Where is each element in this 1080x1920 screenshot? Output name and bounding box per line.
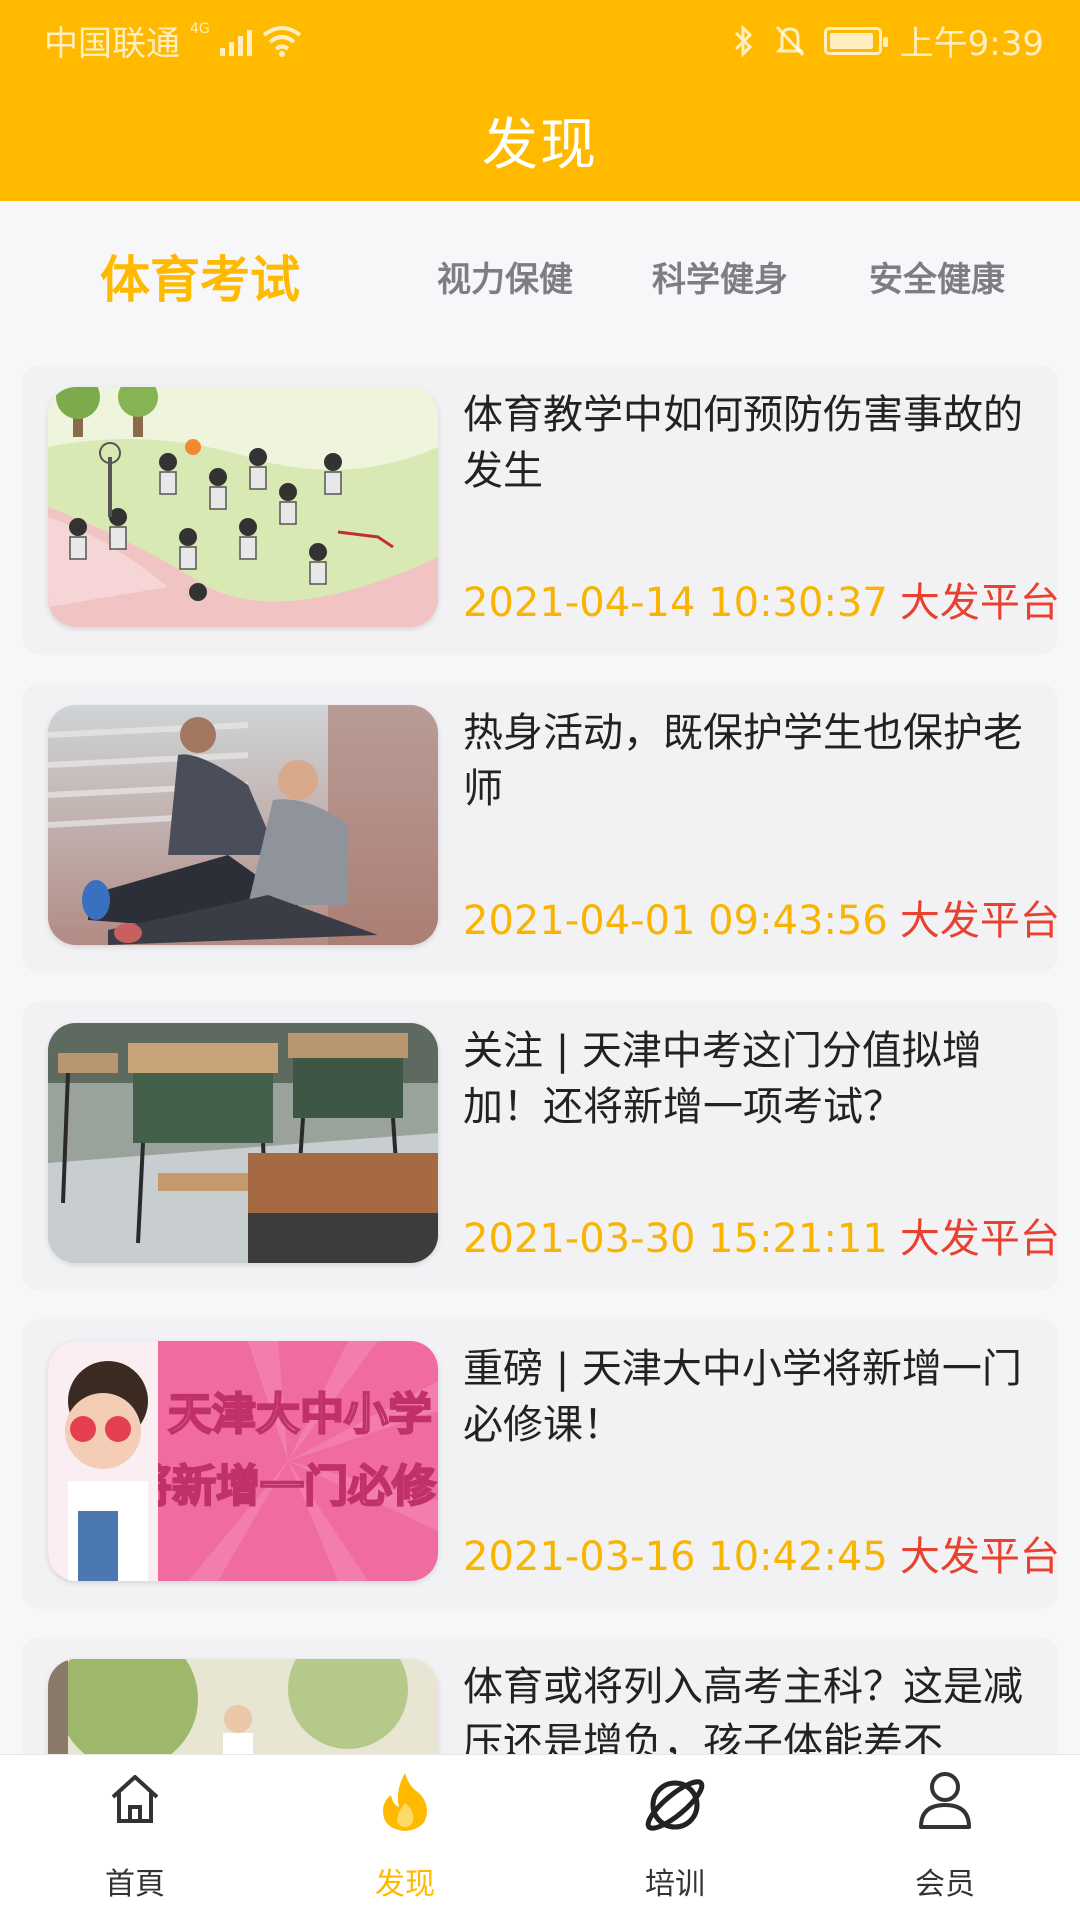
nav-training-label: 培训	[645, 1867, 705, 1902]
article-title: 重磅 | 天津大中小学将新增一门必修课！	[463, 1346, 1022, 1448]
tab-vision-care[interactable]: 视力保健	[420, 201, 590, 351]
article-title: 热身活动，既保护学生也保护老师	[463, 710, 1023, 812]
pink-banner-photo-thumbnail: 天津大中小学 将新增一门必修	[48, 1341, 438, 1581]
article-card[interactable]: 关注 | 天津中考这门分值拟增加！还将新增一项考试？ 2021-03-30 15…	[22, 1001, 1060, 1291]
article-source: 大发平台	[899, 580, 1060, 626]
status-bar: 中国联通 4G 上午9:39	[0, 0, 1080, 74]
article-title: 体育教学中如何预防伤害事故的发生	[463, 392, 1023, 494]
article-card[interactable]: 体育或将列入高考主科？这是减压还是增负，孩子体能差不	[22, 1637, 1058, 1754]
stretching-photo-thumbnail	[48, 705, 438, 945]
nav-home[interactable]: 首頁	[45, 1755, 225, 1920]
planet-icon	[645, 1779, 705, 1831]
discover-screen: 中国联通 4G 上午9:39 发现 体育考试 视力保健 科学健身 安全健康 体育…	[0, 0, 1080, 1920]
battery-icon	[823, 26, 888, 55]
nav-discover-label: 发现	[375, 1867, 435, 1902]
article-date: 2021-03-16 10:42:45	[463, 1534, 888, 1580]
network-type: 4G	[190, 20, 210, 37]
article-date: 2021-04-01 09:43:56	[463, 898, 888, 944]
wifi-icon	[262, 25, 301, 57]
article-card[interactable]: 天津大中小学 将新增一门必修 重磅 | 天津大中小学将新增一门必修课！ 2021…	[22, 1319, 1060, 1609]
nav-training[interactable]: 培训	[585, 1755, 765, 1920]
article-meta: 2021-03-16 10:42:45 大发平台	[463, 1529, 1063, 1585]
home-icon	[111, 1775, 159, 1823]
article-source: 大发平台	[899, 1534, 1060, 1580]
article-meta: 2021-04-14 10:30:37 大发平台	[463, 575, 1063, 631]
article-date: 2021-03-30 15:21:11	[463, 1216, 888, 1262]
tab-sports-exam[interactable]: 体育考试	[60, 201, 340, 351]
article-title: 关注 | 天津中考这门分值拟增加！还将新增一项考试？	[463, 1028, 982, 1130]
article-meta: 2021-04-01 09:43:56 大发平台	[463, 893, 1063, 949]
nav-discover[interactable]: 发现	[315, 1755, 495, 1920]
thumb-headline-2: 将新增一门必修	[128, 1461, 437, 1512]
nav-member-label: 会员	[915, 1867, 975, 1902]
page-title: 发现	[482, 113, 598, 178]
nav-member[interactable]: 会员	[855, 1755, 1035, 1920]
user-icon	[919, 1772, 971, 1829]
article-card[interactable]: 体育教学中如何预防伤害事故的发生 2021-04-14 10:30:37 大发平台	[22, 365, 1060, 655]
tab-science-fitness[interactable]: 科学健身	[635, 201, 805, 351]
article-source: 大发平台	[899, 1216, 1060, 1262]
article-title: 体育或将列入高考主科？这是减压还是增负，孩子体能差不	[463, 1664, 1023, 1754]
bluetooth-icon	[734, 23, 752, 58]
playground-illustration-thumbnail	[48, 387, 438, 627]
article-meta: 2021-03-30 15:21:11 大发平台	[463, 1211, 1063, 1267]
park-photo-thumbnail	[48, 1659, 438, 1754]
thumb-headline-1: 天津大中小学	[168, 1389, 432, 1440]
article-date: 2021-04-14 10:30:37	[463, 580, 888, 626]
bottom-nav: 首頁 发现 培训 会员	[0, 1754, 1080, 1920]
carrier-label: 中国联通	[44, 24, 180, 64]
signal-icon	[219, 26, 252, 56]
app-header: 中国联通 4G 上午9:39 发现	[0, 0, 1080, 201]
classroom-desks-photo-thumbnail	[48, 1023, 438, 1263]
article-list[interactable]: 体育教学中如何预防伤害事故的发生 2021-04-14 10:30:37 大发平台	[0, 351, 1080, 1754]
article-source: 大发平台	[899, 898, 1060, 944]
fire-icon	[383, 1773, 427, 1831]
tab-safety-health[interactable]: 安全健康	[852, 201, 1022, 351]
nav-home-label: 首頁	[105, 1867, 165, 1902]
mute-bell-icon	[775, 25, 805, 56]
category-tabs: 体育考试 视力保健 科学健身 安全健康	[0, 201, 1080, 351]
article-card[interactable]: 热身活动，既保护学生也保护老师 2021-04-01 09:43:56 大发平台	[22, 683, 1060, 973]
clock: 上午9:39	[899, 24, 1044, 64]
